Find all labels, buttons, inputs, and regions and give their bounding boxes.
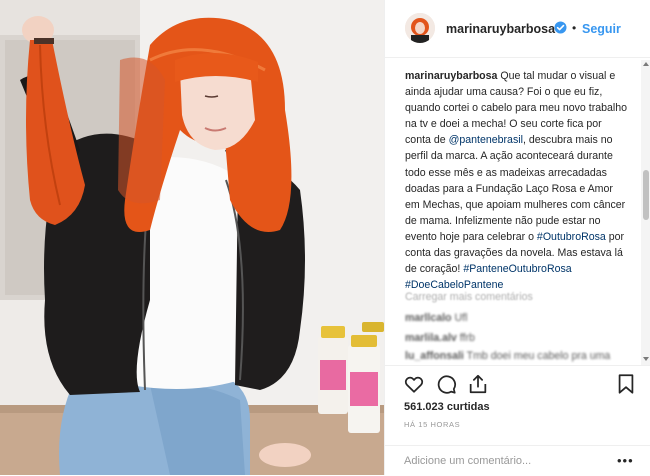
bookmark-icon — [618, 374, 634, 394]
comment-user[interactable]: marllcalo — [405, 312, 452, 324]
comment-row: lu_affonsali Tmb doei meu cabelo pra uma — [405, 350, 635, 362]
likes-label: curtidas — [446, 401, 490, 413]
add-comment-section: ••• — [385, 445, 650, 476]
instagram-post: marinaruybarbosa • Seguir marinaruybarbo… — [0, 0, 650, 475]
post-header: marinaruybarbosa • Seguir — [385, 0, 650, 58]
scroll-up-arrow-icon[interactable] — [643, 62, 649, 66]
caption-text: , descubra mais no perfil da marca. A aç… — [405, 134, 626, 243]
post-side-panel: marinaruybarbosa • Seguir marinaruybarbo… — [384, 0, 650, 475]
heart-icon — [404, 376, 424, 393]
scroll-thumb[interactable] — [643, 170, 649, 220]
likes-number: 561.023 — [404, 401, 444, 413]
scroll-down-arrow-icon[interactable] — [643, 357, 649, 361]
like-button[interactable] — [403, 373, 425, 395]
hashtag-link[interactable]: #DoeCabeloPantene — [405, 279, 503, 291]
post-actions: 561.023 curtidas HÁ 15 HORAS ••• — [385, 365, 650, 475]
comment-text: ffrb — [459, 332, 475, 344]
mention-link[interactable]: @pantenebrasil — [449, 134, 523, 146]
caption: marinaruybarbosa Que tal mudar o visual … — [405, 68, 629, 293]
post-timestamp[interactable]: HÁ 15 HORAS — [404, 420, 460, 429]
comment-text: Tmb doei meu cabelo pra uma — [466, 350, 611, 362]
comment-row: marllcalo Ufl — [405, 312, 635, 324]
author-avatar[interactable] — [405, 13, 435, 43]
more-options-button[interactable]: ••• — [617, 454, 634, 467]
save-button[interactable] — [615, 373, 637, 395]
separator-dot: • — [572, 21, 577, 35]
comment-text: Ufl — [454, 312, 468, 324]
comment-row: marlila.alv ffrb — [405, 332, 635, 344]
share-button[interactable] — [467, 373, 489, 395]
follow-button[interactable]: Seguir — [582, 22, 621, 36]
comments-scrollbar[interactable] — [641, 60, 650, 365]
share-icon — [469, 374, 487, 394]
load-more-comments-button[interactable]: Carregar mais comentários — [405, 291, 533, 303]
comment-user[interactable]: lu_affonsali — [405, 350, 464, 362]
caption-author[interactable]: marinaruybarbosa — [405, 70, 497, 82]
comment-icon — [437, 375, 456, 394]
comment-button[interactable] — [435, 373, 457, 395]
hashtag-link[interactable]: #PanteneOutubroRosa — [463, 263, 571, 275]
post-photo[interactable] — [0, 0, 384, 475]
author-username[interactable]: marinaruybarbosa — [446, 22, 555, 36]
comment-input[interactable] — [404, 452, 604, 470]
verified-badge-icon — [554, 21, 567, 34]
hashtag-link[interactable]: #OutubroRosa — [537, 231, 606, 243]
post-photo-illustration — [0, 0, 384, 475]
comment-user[interactable]: marlila.alv — [405, 332, 457, 344]
likes-count[interactable]: 561.023 curtidas — [404, 401, 490, 413]
